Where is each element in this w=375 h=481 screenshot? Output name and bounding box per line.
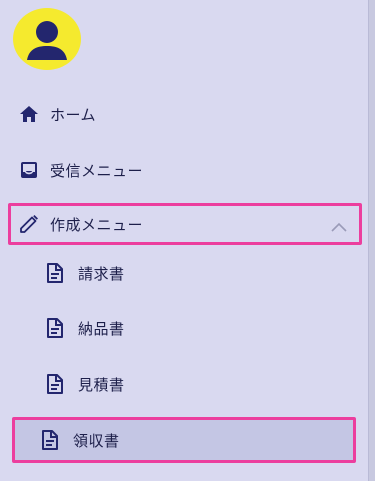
sidebar: ホーム 受信メニュー 作成メニュー 請求書 納品書 見積書 領収書: [0, 0, 369, 481]
document-icon: [39, 429, 61, 451]
pencil-icon: [18, 213, 40, 235]
user-avatar[interactable]: [13, 8, 81, 70]
nav-label-quotation: 見積書: [78, 375, 125, 394]
nav-item-quotation[interactable]: 見積書: [8, 364, 362, 404]
nav-label-home: ホーム: [50, 105, 97, 124]
document-icon: [44, 262, 66, 284]
nav-label-delivery-note: 納品書: [78, 319, 125, 338]
nav-item-create[interactable]: 作成メニュー: [8, 203, 362, 245]
account-circle-icon: [13, 8, 81, 70]
nav-label-invoice: 請求書: [78, 264, 125, 283]
nav-label-create: 作成メニュー: [50, 215, 144, 234]
nav-label-inbox: 受信メニュー: [50, 161, 144, 180]
selected-highlight: [15, 420, 353, 460]
inbox-icon: [18, 159, 40, 181]
nav-item-receipt[interactable]: 領収書: [12, 417, 356, 463]
document-icon: [44, 373, 66, 395]
nav-item-delivery-note[interactable]: 納品書: [8, 308, 362, 348]
chevron-up-icon[interactable]: [331, 217, 347, 236]
nav-item-invoice[interactable]: 請求書: [8, 253, 362, 293]
nav-item-home[interactable]: ホーム: [8, 94, 362, 134]
document-icon: [44, 317, 66, 339]
home-icon: [18, 103, 40, 125]
nav-label-receipt: 領収書: [73, 431, 120, 450]
nav-item-inbox[interactable]: 受信メニュー: [8, 150, 362, 190]
